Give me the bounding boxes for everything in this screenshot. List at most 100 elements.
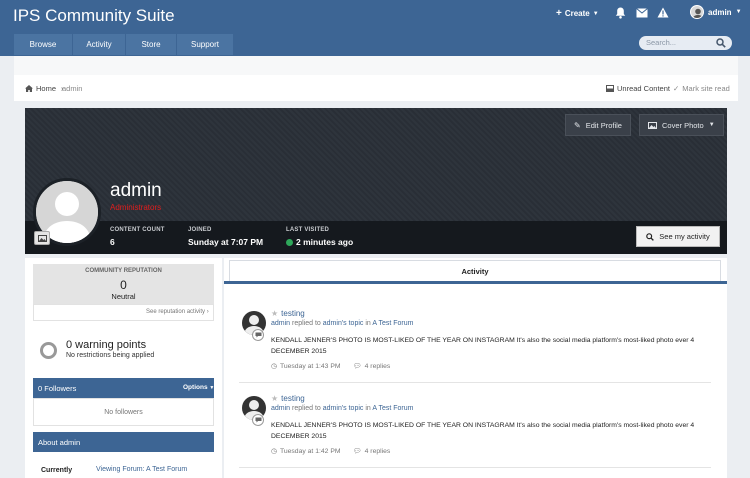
activity-time: ◷ Tuesday at 1:42 PM [271,447,341,456]
warning-sub: No restrictions being applied [66,352,155,359]
comment-icon [252,329,264,341]
activity-replies: 💬︎ 4 replies [353,362,391,371]
activity-user-link[interactable]: admin [271,320,290,327]
followers-options-button[interactable]: Options ▼ [183,384,214,391]
user-label: admin [708,7,732,17]
breadcrumb-home[interactable]: Home › [25,84,64,93]
tab-underline [224,281,727,284]
search-icon[interactable] [716,38,726,48]
check-icon: ✓ [673,84,680,93]
tab-browse[interactable]: Browse [14,34,72,55]
mark-site-read-link[interactable]: ✓ Mark site read [673,84,730,93]
joined-label: JOINED [188,227,212,233]
unread-content-link[interactable]: Unread Content [606,84,670,93]
activity-meta-text: replied to [290,320,323,327]
profile-group: Administrators [110,203,162,212]
online-status-icon [286,238,293,246]
activity-time-label: Tuesday at 1:43 PM [279,362,341,370]
search-input[interactable]: Search... [639,36,732,50]
activity-time: ◷ Tuesday at 1:43 PM [271,362,341,371]
breadcrumb-home-label: Home [36,84,57,93]
reputation-activity-label: See reputation activity [146,309,206,315]
warning-points-icon [40,342,57,359]
user-menu-button[interactable]: admin ▼ [690,5,742,19]
clock-icon: ◷ [271,363,277,370]
last-visited: 2 minutes ago [286,237,353,247]
see-my-activity-label: See my activity [659,232,710,241]
profile-stats-bar [25,221,727,254]
comment-icon: 💬︎ [353,448,362,455]
cover-photo-label: Cover Photo [662,120,704,130]
cover-photo-button[interactable]: Cover Photo ▼ [639,114,724,136]
star-icon[interactable]: ★ [271,309,278,318]
tab-activity-feed[interactable]: Activity [229,260,721,282]
tab-activity[interactable]: Activity [73,34,125,55]
activity-title-row: ★ testing [271,394,305,403]
reputation-value: 0 [120,278,127,292]
content-count-label: CONTENT COUNT [110,227,165,233]
tab-support[interactable]: Support [177,34,233,55]
activity-title-link[interactable]: testing [281,394,305,403]
star-icon[interactable]: ★ [271,394,278,403]
envelope-icon[interactable] [636,8,648,18]
chevron-right-icon: › [206,309,209,315]
site-title[interactable]: IPS Community Suite [13,6,175,26]
followers-title: 0 Followers [38,384,77,393]
content-count-value: 6 [110,237,115,247]
unread-content-label: Unread Content [617,84,670,93]
activity-replies-label: 4 replies [364,362,391,370]
activity-meta: admin replied to admin's topic in A Test… [271,405,413,412]
activity-meta: admin replied to admin's topic in A Test… [271,320,413,327]
reputation-label: COMMUNITY REPUTATION [85,268,162,274]
search-icon [646,232,655,241]
activity-topic-link[interactable]: admin's topic [323,320,364,327]
warning-title: 0 warning points [66,339,147,351]
breadcrumb-current: admin [62,84,83,93]
reputation-activity-link[interactable]: See reputation activity › [146,309,209,315]
warning-icon[interactable] [657,7,669,18]
caret-down-icon: ▼ [708,122,715,128]
followers-options-label: Options [183,384,208,391]
image-icon [648,121,657,129]
caret-down-icon: ▼ [735,9,742,15]
caret-down-icon: ▼ [592,10,599,17]
plus-icon: + [556,7,562,19]
activity-user-link[interactable]: admin [271,405,290,412]
activity-replies-label: 4 replies [364,447,391,455]
followers-empty: No followers [104,409,143,416]
bell-icon[interactable] [615,7,626,19]
profile-username: admin [110,180,162,201]
change-photo-button[interactable] [34,231,50,245]
see-my-activity-button[interactable]: See my activity [636,226,720,247]
image-icon [37,234,47,242]
currently-value-link[interactable]: Viewing Forum: A Test Forum [96,466,187,473]
edit-profile-label: Edit Profile [585,120,622,130]
avatar [690,5,704,19]
currently-label: Currently [41,467,73,474]
home-icon [25,85,33,92]
about-body [33,452,214,478]
last-visited-value: 2 minutes ago [296,237,354,247]
joined-value: Sunday at 7:07 PM [188,237,264,247]
activity-snippet: KENDALL JENNER'S PHOTO IS MOST-LIKED OF … [271,337,695,355]
inbox-icon [606,85,614,92]
activity-replies: 💬︎ 4 replies [353,447,391,456]
activity-forum-link[interactable]: A Test Forum [372,320,413,327]
caret-down-icon: ▼ [209,385,215,391]
tab-store[interactable]: Store [126,34,176,55]
clock-icon: ◷ [271,448,277,455]
reputation-level: Neutral [111,292,136,301]
edit-profile-button[interactable]: ✎ Edit Profile [565,114,631,136]
create-menu-button[interactable]: + Create ▼ [556,7,599,19]
pencil-icon: ✎ [574,120,581,130]
activity-snippet: KENDALL JENNER'S PHOTO IS MOST-LIKED OF … [271,422,695,440]
activity-forum-link[interactable]: A Test Forum [372,405,413,412]
sub-nav-bar [14,56,738,75]
comment-icon: 💬︎ [353,363,362,370]
activity-title-link[interactable]: testing [281,309,305,318]
search-placeholder: Search... [646,38,677,47]
create-label: Create [564,9,590,18]
last-visited-label: LAST VISITED [286,227,330,233]
activity-time-label: Tuesday at 1:42 PM [279,447,341,455]
activity-topic-link[interactable]: admin's topic [323,405,364,412]
